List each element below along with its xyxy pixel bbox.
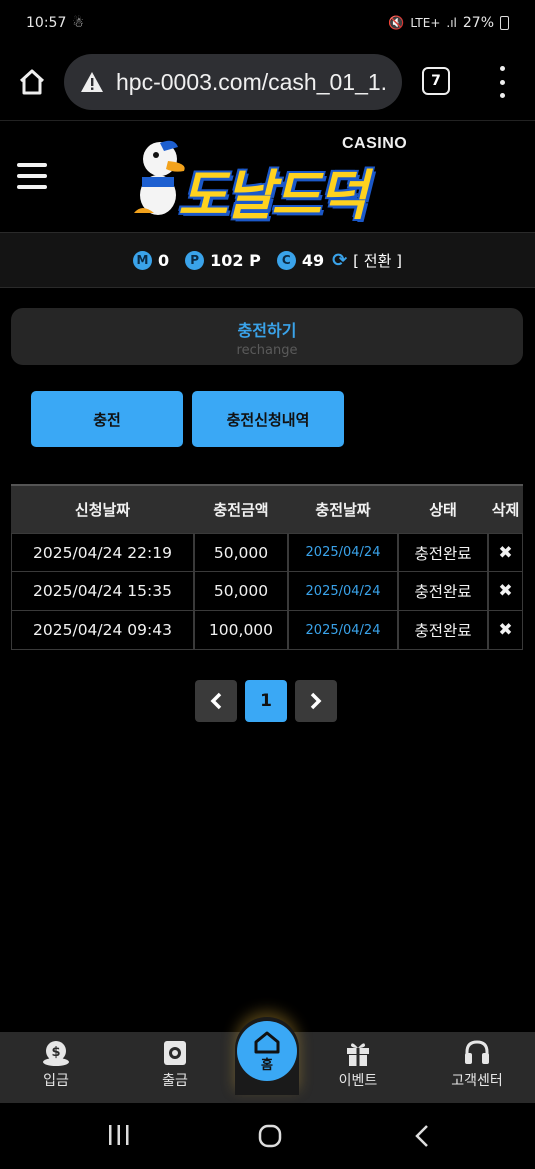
nav-support-label: 고객센터 — [451, 1073, 503, 1089]
delete-icon[interactable]: ✖ — [488, 533, 523, 572]
charge-history-tab-button[interactable]: 충전신청내역 — [192, 391, 344, 447]
notification-icon: ☃ — [72, 15, 85, 31]
nav-home-label: 홈 — [261, 1057, 273, 1073]
menu-dot — [499, 66, 505, 71]
point-value: 102 P — [210, 250, 261, 270]
money-badge-icon: M — [132, 250, 152, 270]
nav-withdraw[interactable]: 출금 — [135, 1038, 215, 1090]
charge-date-cell: 2025/04/24 — [288, 611, 398, 650]
signal-bars-icon: .ıl — [446, 16, 457, 30]
hamburger-line — [17, 163, 47, 167]
request-date-cell: 2025/04/24 15:35 — [11, 572, 194, 611]
menu-dot — [499, 93, 505, 98]
prev-page-button[interactable] — [195, 680, 237, 722]
browser-home-button[interactable] — [14, 64, 50, 100]
status-cell: 충전완료 — [398, 572, 488, 611]
coupon-value: 49 — [301, 250, 325, 270]
back-icon[interactable] — [412, 1123, 432, 1149]
delete-icon[interactable]: ✖ — [488, 572, 523, 611]
table-row: 2025/04/24 15:35 50,000 2025/04/24 충전완료 … — [11, 572, 523, 611]
page-1-button[interactable]: 1 — [245, 680, 287, 722]
nav-deposit-label: 입금 — [43, 1073, 69, 1089]
svg-text:$: $ — [51, 1045, 60, 1060]
hamburger-menu-button[interactable] — [17, 163, 47, 189]
charge-history-table: 신청날짜 충전금액 충전날짜 상태 삭제 2025/04/24 22:19 50… — [11, 484, 523, 650]
nav-event[interactable]: 이벤트 — [318, 1038, 398, 1090]
chevron-left-icon — [210, 692, 222, 710]
charge-tab-button[interactable]: 충전 — [31, 391, 183, 447]
amount-cell: 50,000 — [194, 533, 288, 572]
header-request-date: 신청날짜 — [11, 484, 194, 533]
status-cell: 충전완료 — [398, 611, 488, 650]
status-bar: 10:57 ☃ 🔇 LTE+ .ıl 27% — [0, 0, 535, 46]
coupon-badge-icon: C — [276, 250, 296, 270]
battery-icon — [500, 16, 509, 30]
money-value: 0 — [157, 250, 170, 270]
system-navigation-bar — [0, 1103, 535, 1169]
page-title: 충전하기 — [237, 321, 297, 340]
browser-menu-button[interactable] — [495, 66, 509, 98]
refresh-icon[interactable]: ⟳ — [332, 250, 347, 271]
charge-date-cell: 2025/04/24 — [288, 533, 398, 572]
signal-text: LTE+ — [410, 16, 441, 30]
table-row: 2025/04/24 09:43 100,000 2025/04/24 충전완료… — [11, 611, 523, 650]
safe-icon — [164, 1041, 186, 1065]
points-bar: M 0 P 102 P C 49 ⟳ [ 전환 ] — [0, 232, 535, 288]
next-page-button[interactable] — [295, 680, 337, 722]
url-text: hpc-0003.com/cash_01_1. — [116, 68, 388, 95]
header-charge-date: 충전날짜 — [288, 484, 398, 533]
nav-withdraw-label: 출금 — [162, 1073, 188, 1089]
recent-apps-icon[interactable] — [107, 1123, 131, 1147]
nav-home-button[interactable]: 홈 — [237, 1021, 297, 1081]
page-heading-panel: 충전하기 rechange — [11, 308, 523, 365]
home-icon — [19, 69, 45, 95]
bottom-navigation: $ 입금 출금 홈 이벤트 고객센터 — [0, 1017, 535, 1103]
chevron-right-icon — [310, 692, 322, 710]
delete-icon[interactable]: ✖ — [488, 611, 523, 650]
table-row: 2025/04/24 22:19 50,000 2025/04/24 충전완료 … — [11, 533, 523, 572]
page-subtitle: rechange — [236, 343, 298, 358]
status-time: 10:57 — [26, 15, 67, 31]
warning-icon — [81, 72, 103, 92]
address-bar[interactable]: hpc-0003.com/cash_01_1. — [64, 54, 402, 110]
nav-support[interactable]: 고객센터 — [437, 1038, 517, 1090]
status-cell: 충전완료 — [398, 533, 488, 572]
nav-event-label: 이벤트 — [338, 1073, 378, 1089]
switch-button[interactable]: [ 전환 ] — [353, 250, 402, 271]
hamburger-line — [17, 185, 47, 189]
point-badge-icon: P — [185, 250, 205, 270]
site-logo[interactable]: CASINO 도날드덕 — [124, 131, 414, 229]
header-delete: 삭제 — [488, 484, 523, 533]
request-date-cell: 2025/04/24 09:43 — [11, 611, 194, 650]
gift-icon — [347, 1043, 369, 1066]
home-icon — [254, 1031, 280, 1053]
mute-icon: 🔇 — [388, 15, 405, 31]
logo-title-text: 도날드덕 — [178, 164, 368, 227]
pagination: 1 — [195, 680, 337, 722]
nav-deposit[interactable]: $ 입금 — [16, 1038, 96, 1090]
menu-dot — [499, 79, 505, 85]
money-bag-icon: $ — [43, 1041, 69, 1066]
site-header: CASINO 도날드덕 — [0, 120, 535, 232]
battery-text: 27% — [462, 15, 494, 31]
request-date-cell: 2025/04/24 22:19 — [11, 533, 194, 572]
table-header-row: 신청날짜 충전금액 충전날짜 상태 삭제 — [11, 484, 523, 533]
header-status: 상태 — [398, 484, 488, 533]
browser-toolbar: hpc-0003.com/cash_01_1. 7 — [0, 46, 535, 120]
headset-icon — [465, 1040, 489, 1064]
nav-home[interactable]: 홈 — [235, 1017, 299, 1095]
tab-switcher-button[interactable]: 7 — [422, 67, 450, 95]
header-amount: 충전금액 — [194, 484, 288, 533]
charge-date-cell: 2025/04/24 — [288, 572, 398, 611]
hamburger-line — [17, 174, 47, 178]
amount-cell: 100,000 — [194, 611, 288, 650]
amount-cell: 50,000 — [194, 572, 288, 611]
home-circle-icon[interactable] — [257, 1123, 283, 1149]
